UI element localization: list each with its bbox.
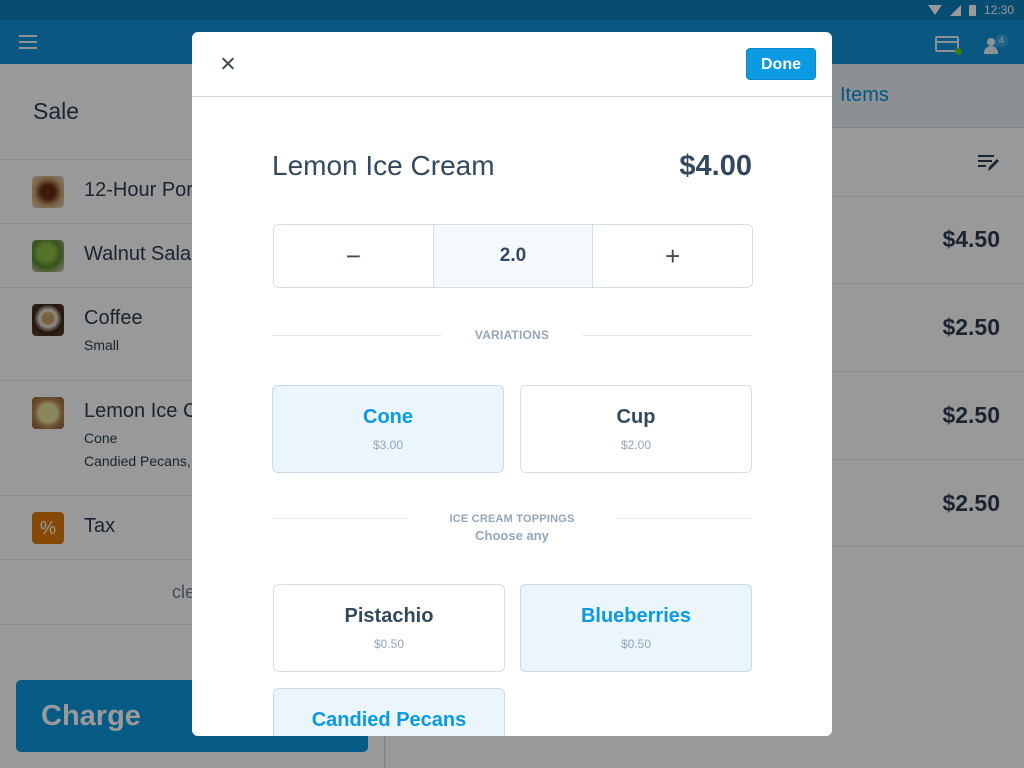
item-total-price: $4.00 xyxy=(679,150,752,182)
increment-button[interactable]: + xyxy=(593,225,752,287)
option-name: Cup xyxy=(616,406,656,428)
option-name: Blueberries xyxy=(580,605,692,627)
dialog-header: Done xyxy=(192,32,832,97)
topping-option-pistachio[interactable]: Pistachio $0.50 xyxy=(273,584,505,672)
item-title: Lemon Ice Cream xyxy=(272,150,495,181)
decrement-button[interactable]: − xyxy=(274,225,433,287)
done-button[interactable]: Done xyxy=(746,48,816,80)
quantity-value[interactable]: 2.0 xyxy=(432,225,594,287)
variation-option-cup[interactable]: Cup $2.00 xyxy=(520,385,752,473)
topping-option-blueberries[interactable]: Blueberries $0.50 xyxy=(520,584,752,672)
option-name: Candied Pecans xyxy=(311,709,467,731)
quantity-stepper: − 2.0 + xyxy=(273,224,753,288)
option-price: $0.50 xyxy=(620,637,652,651)
option-price: $2.00 xyxy=(620,438,652,452)
toppings-heading: ICE CREAM TOPPINGS xyxy=(449,513,575,525)
option-price: $3.00 xyxy=(372,438,404,452)
topping-option-candied-pecans[interactable]: Candied Pecans $0.50 xyxy=(273,688,505,736)
variations-heading: VARIATIONS xyxy=(474,328,550,342)
toppings-subheading: Choose any xyxy=(475,528,549,543)
close-icon[interactable] xyxy=(218,54,238,74)
option-name: Pistachio xyxy=(344,605,434,627)
item-modifier-dialog: Done Lemon Ice Cream $4.00 − 2.0 + VARIA… xyxy=(192,32,832,736)
option-price: $0.50 xyxy=(373,637,405,651)
option-name: Cone xyxy=(363,406,413,428)
variation-option-cone[interactable]: Cone $3.00 xyxy=(272,385,504,473)
